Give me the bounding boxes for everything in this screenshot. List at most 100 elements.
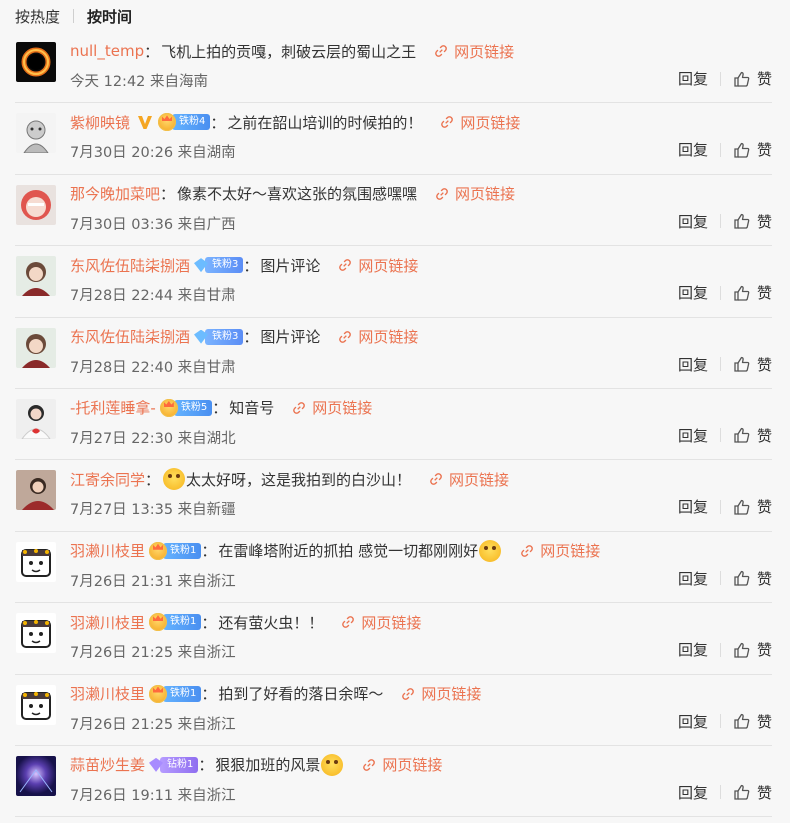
comment-actions: 回复 赞 [678,425,772,446]
reply-button[interactable]: 回复 [678,568,708,589]
link-icon [339,259,352,272]
comment-item: -托利莲睡拿- 铁粉5：知音号 网页链接 7月27日 22:30 来自湖北 回复 赞 [0,389,790,461]
web-link[interactable]: 网页链接 [362,754,442,775]
web-link[interactable]: 网页链接 [440,112,520,133]
action-divider [719,428,721,443]
like-button[interactable]: 赞 [733,496,772,517]
fan-badge[interactable]: 铁粉3 [194,257,244,274]
cartoon-avatar[interactable] [16,613,56,654]
username[interactable]: 羽濑川枝里 [70,683,145,704]
username[interactable]: null_temp [70,42,144,60]
reply-button[interactable]: 回复 [678,711,708,732]
like-button[interactable]: 赞 [733,782,772,803]
crown-icon [149,541,168,560]
username[interactable]: 蒜苗炒生姜 [70,754,145,775]
like-label: 赞 [756,284,772,303]
comment-meta: 7月26日 21:25 来自浙江 [70,716,236,733]
reply-button[interactable]: 回复 [678,496,708,517]
fan-badge[interactable]: 铁粉1 [149,684,202,703]
web-link[interactable]: 网页链接 [292,397,372,418]
comment-actions: 回复 赞 [678,496,772,517]
comment-item: null_temp：飞机上拍的贡嘎，刺破云层的蜀山之王 网页链接 今天 12:42 … [0,32,790,104]
username[interactable]: 紫柳映镜 [70,112,130,133]
reply-button[interactable]: 回复 [678,282,708,303]
username[interactable]: 东风佐伍陆柒捌酒 [70,326,190,347]
web-link[interactable]: 网页链接 [435,183,515,204]
reply-button[interactable]: 回复 [678,354,708,375]
comment-meta: 7月30日 20:26 来自湖南 [70,145,236,162]
red-hair-avatar[interactable] [16,184,56,225]
action-divider [719,642,721,657]
reply-button[interactable]: 回复 [678,68,708,89]
anime-girl-avatar[interactable] [16,256,56,297]
like-button[interactable]: 赞 [733,639,772,660]
colon: ： [160,185,176,204]
like-button[interactable]: 赞 [733,68,772,89]
username[interactable]: 羽濑川枝里 [70,612,145,633]
web-link[interactable]: 网页链接 [341,612,421,633]
portrait-avatar[interactable] [16,470,56,511]
fan-badge[interactable]: 铁粉1 [149,613,202,632]
comment-text: 图片评论 [260,328,321,347]
fan-badge-label: 铁粉5 [173,399,213,416]
username[interactable]: 那今晚加菜吧 [70,183,160,204]
cartoon-avatar[interactable] [16,541,56,582]
crying-emoji [163,468,186,491]
colon: ： [145,470,161,489]
web-link-label: 网页链接 [361,613,422,632]
fan-badge[interactable]: 铁粉4 [158,113,211,132]
like-label: 赞 [756,212,772,231]
galaxy-avatar[interactable] [16,755,56,796]
web-link[interactable]: 网页链接 [338,255,418,276]
like-button[interactable]: 赞 [733,354,772,375]
reply-button[interactable]: 回复 [678,639,708,660]
sort-by-time[interactable]: 按时间 [87,6,132,27]
web-link[interactable]: 网页链接 [401,683,481,704]
web-link[interactable]: 网页链接 [338,326,418,347]
comment-line: 东风佐伍陆柒捌酒 铁粉3：图片评论 网页链接 [70,253,770,277]
like-button[interactable]: 赞 [733,211,772,232]
link-icon [521,544,534,557]
comment-actions: 回复 赞 [678,711,772,732]
like-button[interactable]: 赞 [733,568,772,589]
reply-button[interactable]: 回复 [678,782,708,803]
comment-actions: 回复 赞 [678,68,772,89]
web-link[interactable]: 网页链接 [429,469,509,490]
username[interactable]: -托利莲睡拿- [70,397,156,418]
comment-item: 羽濑川枝里 铁粉1：拍到了好看的落日余晖～ 网页链接 7月26日 21:25 来自浙江… [0,675,790,747]
like-button[interactable]: 赞 [733,425,772,446]
colon: ： [243,328,259,347]
like-button[interactable]: 赞 [733,282,772,303]
comment-item: 蒜苗炒生姜 钻粉1：狠狠加班的风景 网页链接 7月26日 19:11 来自浙江 回复 赞 [0,746,790,818]
reply-button[interactable]: 回复 [678,211,708,232]
like-button[interactable]: 赞 [733,139,772,160]
username[interactable]: 江寄余同学 [70,469,145,490]
cartoon-avatar[interactable] [16,684,56,725]
comment-actions: 回复 赞 [678,354,772,375]
comment-text: 拍到了好看的落日余晖～ [218,685,384,704]
like-button[interactable]: 赞 [733,711,772,732]
girl-sweater-avatar[interactable] [16,398,56,439]
web-link[interactable]: 网页链接 [434,41,514,62]
fan-badge[interactable]: 铁粉3 [194,328,244,345]
username[interactable]: 羽濑川枝里 [70,540,145,561]
verified-icon [138,116,153,130]
fan-badge[interactable]: 铁粉5 [159,398,213,417]
reply-button[interactable]: 回复 [678,425,708,446]
fan-badge[interactable]: 钻粉1 [149,756,199,773]
link-icon [293,402,306,414]
web-link[interactable]: 网页链接 [520,540,600,561]
reply-button[interactable]: 回复 [678,139,708,160]
black-hole-avatar[interactable] [16,42,56,82]
web-link-label: 网页链接 [540,542,601,561]
web-link-label: 网页链接 [312,399,373,418]
anime-girl-avatar[interactable] [16,327,56,368]
comment-item: 那今晚加菜吧：像素不太好～喜欢这张的氛围感嘿嘿 网页链接 7月30日 03:36 来… [0,175,790,247]
sort-by-hot[interactable]: 按热度 [15,6,60,27]
fan-badge[interactable]: 铁粉1 [149,541,202,560]
like-label: 赞 [756,498,772,517]
colon: ： [201,542,217,561]
sketch-avatar[interactable] [16,113,56,154]
colon: ： [201,685,217,704]
username[interactable]: 东风佐伍陆柒捌酒 [70,255,190,276]
